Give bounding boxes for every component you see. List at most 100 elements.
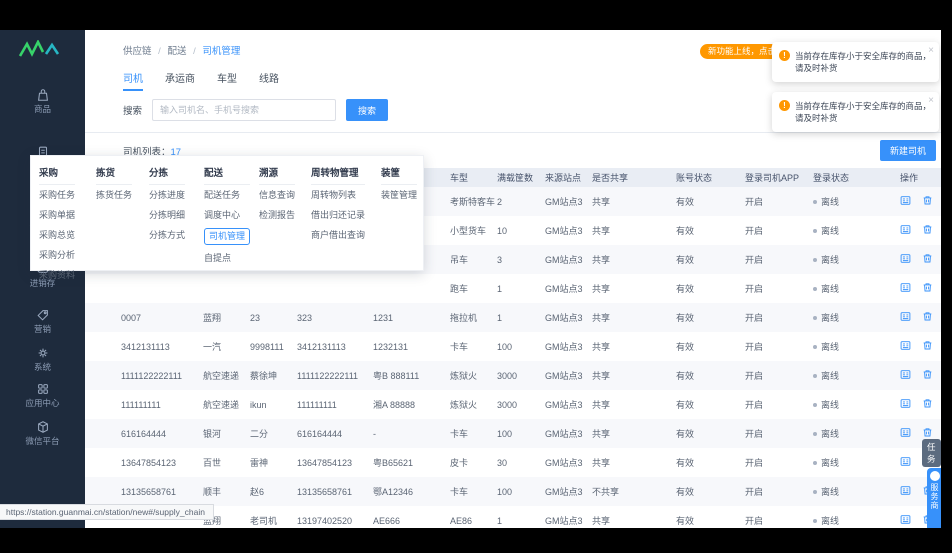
sidebar-item-marketing[interactable]: 营销	[0, 308, 85, 334]
sidebar-item-goods[interactable]: 商品	[0, 88, 85, 114]
menu-item[interactable]: 装筐管理	[381, 185, 417, 205]
cell-vehicle-type: 卡车	[450, 419, 497, 448]
edit-driver-icon[interactable]	[900, 456, 912, 468]
cell-shared: 共享	[592, 458, 611, 468]
menu-item[interactable]: 采购总览	[39, 225, 75, 245]
cell-account-status: 有效	[676, 245, 745, 274]
col-max-baskets: 满载筐数	[497, 168, 545, 187]
search-button[interactable]: 搜索	[346, 99, 389, 121]
cell-account-status: 有效	[676, 477, 745, 506]
menu-item[interactable]: 借出归还记录	[311, 205, 365, 225]
cell-login-app: 开启	[745, 361, 813, 390]
cell-phone: 13135658761	[297, 477, 373, 506]
delete-driver-icon[interactable]	[922, 195, 934, 207]
menu-item[interactable]: 自提点	[204, 248, 250, 268]
menu-item[interactable]: 信息查询	[259, 185, 295, 205]
tab-vehicle-type[interactable]: 车型	[217, 70, 237, 91]
menu-col-title: 分拣	[149, 165, 186, 185]
delete-driver-icon[interactable]	[922, 224, 934, 236]
edit-driver-icon[interactable]	[900, 195, 912, 207]
menu-item[interactable]: 拣货任务	[96, 185, 132, 205]
edit-driver-icon[interactable]	[900, 369, 912, 381]
sidebar-item-app-center[interactable]: 应用中心	[0, 382, 85, 408]
delete-driver-icon[interactable]	[922, 340, 934, 352]
status-bar-url: https://station.guanmai.cn/station/new#/…	[0, 504, 214, 520]
delete-driver-icon[interactable]	[922, 427, 934, 439]
edit-driver-icon[interactable]	[900, 253, 912, 265]
delete-driver-icon[interactable]	[922, 253, 934, 265]
cell-login-app: 开启	[745, 187, 813, 216]
cell-phone: 13197402520	[297, 515, 353, 526]
col-login-status: 登录状态	[813, 168, 900, 187]
delete-driver-icon[interactable]	[922, 311, 934, 323]
breadcrumb-driver-management[interactable]: 司机管理	[202, 46, 240, 57]
edit-driver-icon[interactable]	[900, 485, 912, 497]
cell-shared: 共享	[592, 516, 611, 526]
menu-item[interactable]: 周转物列表	[311, 185, 365, 205]
tab-route[interactable]: 线路	[259, 70, 279, 91]
breadcrumb-separator: /	[193, 46, 196, 57]
edit-driver-icon[interactable]	[900, 282, 912, 294]
menu-col-title: 周转物管理	[311, 165, 366, 185]
cell-login-app: 开启	[745, 245, 813, 274]
menu-item[interactable]: 配送任务	[204, 185, 250, 205]
edit-driver-icon[interactable]	[900, 514, 912, 526]
menu-item[interactable]: 检测报告	[259, 205, 295, 225]
close-icon[interactable]: ×	[928, 95, 934, 107]
delete-driver-icon[interactable]	[922, 398, 934, 410]
menu-item[interactable]: 采购任务	[39, 185, 75, 205]
menu-item[interactable]: 采购单据	[39, 205, 75, 225]
menu-item[interactable]: 分拣进度	[149, 185, 185, 205]
cell-account-status: 有效	[676, 516, 695, 526]
login-status-text: 离线	[821, 255, 840, 265]
gear-icon	[36, 346, 50, 360]
menu-item[interactable]: 调度中心	[204, 205, 250, 225]
menu-item[interactable]: 分拣方式	[149, 225, 185, 245]
login-status-text: 离线	[821, 516, 840, 526]
offline-dot	[813, 490, 817, 494]
tab-driver[interactable]: 司机	[123, 70, 143, 91]
service-icon	[929, 471, 940, 481]
sidebar-item-wechat-platform[interactable]: 微信平台	[0, 420, 85, 446]
service-floating-tab[interactable]: 服务商	[927, 468, 941, 528]
login-status-text: 离线	[821, 487, 840, 497]
menu-item[interactable]: 采购分析	[39, 245, 75, 265]
screen: 商品 订单 供应链 进销存 营销 系统	[0, 0, 952, 553]
edit-driver-icon[interactable]	[900, 398, 912, 410]
sidebar-item-system[interactable]: 系统	[0, 346, 85, 372]
menu-item[interactable]: 采购资料	[39, 265, 75, 285]
cell-source-station: GM站点3	[545, 303, 592, 332]
login-status-text: 离线	[821, 284, 840, 294]
delete-driver-icon[interactable]	[922, 282, 934, 294]
edit-driver-icon[interactable]	[900, 224, 912, 236]
edit-driver-icon[interactable]	[900, 340, 912, 352]
task-floating-button[interactable]: 任务	[922, 439, 941, 467]
menu-col-title: 采购	[39, 165, 76, 185]
cell-carrier: 蓝翔	[203, 303, 250, 332]
menu-item-driver-management[interactable]: 司机管理	[204, 228, 251, 245]
sidebar-item-label: 系统	[33, 362, 51, 372]
cell-shared: 共享	[592, 303, 676, 332]
edit-driver-icon[interactable]	[900, 311, 912, 323]
edit-driver-icon[interactable]	[900, 427, 912, 439]
cell-shared: 共享	[592, 342, 611, 352]
menu-col-title: 拣货	[96, 165, 133, 185]
menu-col-picking: 拣货 拣货任务	[96, 165, 133, 205]
cell-max-baskets: 10	[497, 225, 508, 236]
tab-carrier[interactable]: 承运商	[165, 70, 195, 91]
breadcrumb-separator: /	[158, 46, 161, 57]
col-actions: 操作	[900, 168, 941, 187]
menu-col-title: 装筐	[381, 165, 418, 185]
cell-actions	[900, 332, 941, 361]
cell-login-status: 离线	[813, 506, 900, 528]
search-input[interactable]	[152, 99, 337, 121]
delete-driver-icon[interactable]	[922, 369, 934, 381]
breadcrumb-delivery[interactable]: 配送	[167, 46, 186, 57]
create-driver-button[interactable]: 新建司机	[879, 140, 936, 161]
offline-dot	[813, 287, 817, 291]
breadcrumb-supply-chain[interactable]: 供应链	[123, 46, 152, 57]
menu-col-sorting: 分拣 分拣进度 分拣明细 分拣方式	[149, 165, 186, 245]
menu-item[interactable]: 分拣明细	[149, 205, 185, 225]
menu-item[interactable]: 商户借出查询	[311, 225, 365, 245]
close-icon[interactable]: ×	[928, 45, 934, 57]
